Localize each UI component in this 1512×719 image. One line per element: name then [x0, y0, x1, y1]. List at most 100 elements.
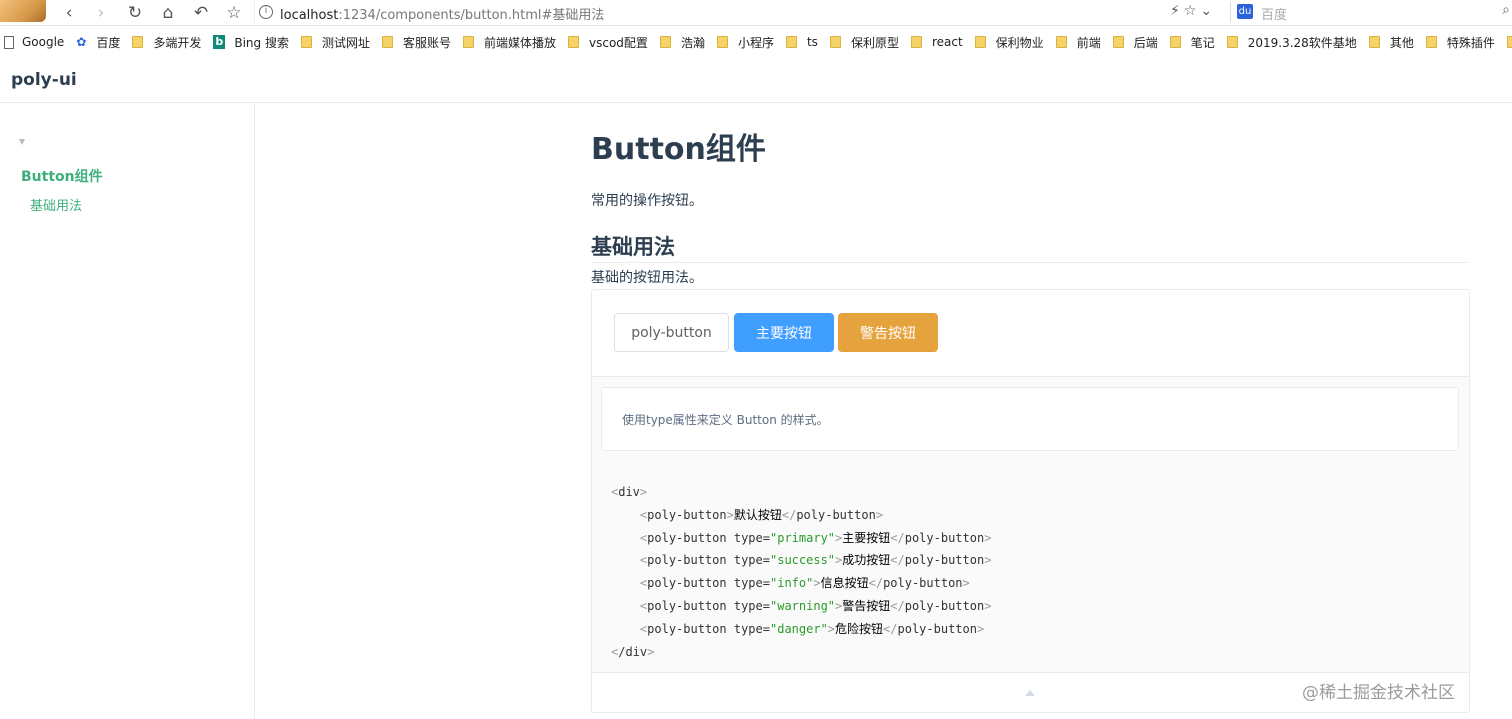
section-title: 基础用法 — [591, 231, 1469, 263]
code-line: <div> — [611, 485, 648, 499]
bookmark-folder[interactable]: 特殊插件 — [1425, 34, 1495, 51]
bookmark-folder[interactable]: vscod配置 — [568, 34, 648, 51]
bookmark-label: react — [931, 35, 963, 49]
home-icon[interactable]: ⌂ — [157, 2, 179, 24]
folder-icon — [1226, 36, 1238, 48]
folder-icon — [132, 36, 144, 48]
app-header: poly-ui — [0, 56, 1512, 103]
code-line: <poly-button type="success">成功按钮</poly-b… — [639, 553, 992, 568]
code-line: <poly-button type="warning">警告按钮</poly-b… — [639, 598, 992, 613]
bookmark-folder[interactable]: 其他 — [1368, 34, 1414, 51]
bookmark-label: 保利物业 — [995, 35, 1044, 50]
folder-icon — [568, 36, 580, 48]
bookmark-label: Google — [22, 35, 65, 49]
folder-icon — [910, 36, 922, 48]
code-line: </div> — [611, 644, 655, 659]
bookmark-folder[interactable]: 浩瀚 — [659, 34, 705, 51]
folder-icon — [1169, 36, 1181, 48]
demo-source: 使用type属性来定义 Button 的样式。 <div> <poly-butt… — [592, 376, 1469, 672]
bookmark-folder[interactable]: 前端媒体播放 — [463, 34, 556, 51]
folder-icon — [716, 36, 728, 48]
folder-icon — [1425, 36, 1437, 48]
demo-preview: poly-button 主要按钮 警告按钮 — [592, 290, 1469, 376]
lightning-icon[interactable]: ⚡ — [1170, 3, 1184, 19]
bookmark-label: 前端媒体播放 — [484, 35, 557, 50]
search-engine-box[interactable]: du 百度 ⌕ — [1230, 1, 1510, 23]
folder-icon — [829, 36, 841, 48]
sidebar: Button组件 基础用法 — [0, 103, 255, 719]
bookmark-label: 特殊插件 — [1446, 35, 1495, 50]
bookmark-label: 笔记 — [1190, 35, 1215, 50]
bookmark-folder[interactable]: 保利物业 — [974, 34, 1044, 51]
folder-icon — [1055, 36, 1067, 48]
bookmark-star-icon[interactable]: ☆ — [223, 2, 245, 24]
reload-icon[interactable]: ↻ — [124, 2, 146, 24]
url-text[interactable]: localhost:1234/components/button.html#基础… — [280, 4, 604, 23]
page-icon — [4, 35, 14, 49]
baidu-icon: du — [1237, 4, 1253, 19]
bookmark-baidu[interactable]: ✿ 百度 — [76, 34, 120, 51]
bookmark-google[interactable]: Google — [4, 35, 64, 49]
bookmark-bing[interactable]: b Bing 搜索 — [213, 34, 289, 51]
app-title[interactable]: poly-ui — [11, 70, 77, 90]
folder-icon — [300, 36, 312, 48]
address-actions: ⚡☆⌄ — [1170, 3, 1216, 19]
folder-icon — [974, 36, 986, 48]
bookmark-label: 百度 — [96, 35, 121, 50]
forward-icon[interactable]: › — [90, 2, 112, 24]
bookmark-folder[interactable]: 保利原型 — [829, 34, 899, 51]
caret-up-icon — [1025, 690, 1035, 696]
bookmark-folder[interactable]: 构建 — [1506, 34, 1512, 51]
url-path: :1234/components/button.html#基础用法 — [338, 8, 605, 23]
bookmark-folder[interactable]: 测试网址 — [300, 34, 370, 51]
demo-tip-text: 使用type属性来定义 Button 的样式。 — [622, 413, 829, 427]
search-placeholder: 百度 — [1261, 8, 1288, 23]
site-info-icon[interactable]: i — [259, 5, 273, 19]
bookmarks-bar: Google ✿ 百度 多端开发 b Bing 搜索 测试网址 客服账号 前端媒体播… — [0, 31, 1512, 53]
code-line: <poly-button type="info">信息按钮</poly-butt… — [639, 576, 970, 591]
bookmark-folder[interactable]: ts — [785, 35, 818, 49]
bookmark-label: 小程序 — [737, 35, 774, 50]
folder-icon — [463, 36, 474, 48]
caret-down-icon[interactable] — [19, 139, 25, 145]
bookmark-folder[interactable]: 2019.3.28软件基地 — [1226, 34, 1357, 51]
chevron-down-icon[interactable]: ⌄ — [1200, 3, 1216, 19]
bookmark-folder[interactable]: 前端 — [1055, 34, 1101, 51]
url-host: localhost — [280, 8, 339, 23]
folder-icon — [785, 36, 797, 48]
folder-icon — [659, 36, 671, 48]
folder-icon — [1112, 36, 1124, 48]
bookmark-folder[interactable]: 小程序 — [716, 34, 774, 51]
browser-logo-icon — [0, 0, 46, 22]
bookmark-label: Bing 搜索 — [234, 35, 289, 50]
bookmark-folder[interactable]: 客服账号 — [381, 34, 451, 51]
bookmark-label: 前端 — [1076, 35, 1101, 50]
back-icon[interactable]: ‹ — [58, 2, 80, 24]
sidebar-item-basic-usage[interactable]: 基础用法 — [30, 195, 82, 214]
demo-tip-box: 使用type属性来定义 Button 的样式。 — [601, 387, 1459, 451]
code-line: <poly-button type="primary">主要按钮</poly-b… — [639, 530, 992, 545]
page-title: Button组件 — [591, 132, 766, 167]
page-description: 常用的操作按钮。 — [591, 193, 703, 209]
bookmark-folder[interactable]: 笔记 — [1169, 34, 1215, 51]
bookmark-folder[interactable]: react — [910, 35, 963, 49]
section-description: 基础的按钮用法。 — [591, 270, 703, 286]
default-button[interactable]: poly-button — [614, 313, 729, 352]
primary-button[interactable]: 主要按钮 — [734, 313, 834, 352]
address-bar[interactable]: i localhost:1234/components/button.html#… — [254, 1, 1512, 24]
folder-icon — [1506, 36, 1512, 48]
folder-icon — [1368, 36, 1380, 48]
bookmark-folder[interactable]: 后端 — [1112, 34, 1158, 51]
bookmark-label: 测试网址 — [321, 35, 370, 50]
code-line: <poly-button type="danger">危险按钮</poly-bu… — [639, 621, 985, 636]
undo-close-tab-icon[interactable]: ↶ — [190, 2, 212, 24]
sidebar-item-button-component[interactable]: Button组件 — [21, 166, 103, 186]
bookmark-folder[interactable]: 多端开发 — [132, 34, 201, 51]
search-icon[interactable]: ⌕ — [1502, 2, 1510, 18]
bookmark-label: ts — [806, 35, 818, 49]
bookmark-label: 后端 — [1133, 35, 1158, 50]
bookmark-label: vscod配置 — [589, 35, 648, 50]
warning-button[interactable]: 警告按钮 — [838, 313, 938, 352]
bookmark-label: 多端开发 — [153, 35, 202, 50]
favorite-star-icon[interactable]: ☆ — [1184, 3, 1201, 19]
